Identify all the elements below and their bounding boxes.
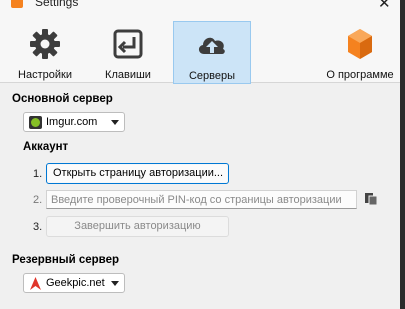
imgur-icon (29, 116, 42, 129)
tab-hotkeys-label: Клавиши (105, 69, 151, 81)
tab-about[interactable]: О программе (320, 21, 400, 84)
account-title: Аккаунт (23, 141, 69, 153)
close-button[interactable]: ✕ (378, 0, 391, 12)
tab-servers-label: Серверы (188, 70, 236, 82)
step-1-number: 1. (33, 168, 43, 180)
settings-window: Settings ✕ Настройки Клавиши Серверы О п… (0, 0, 400, 309)
tab-about-label: О программе (326, 69, 394, 81)
tab-hotkeys[interactable]: Клавиши (89, 21, 167, 84)
open-auth-page-button[interactable]: Открыть страницу авторизации... (46, 163, 229, 184)
keyboard-return-icon (113, 29, 143, 59)
tab-settings-label: Настройки (18, 69, 72, 81)
geekpic-icon (30, 277, 41, 290)
tab-settings[interactable]: Настройки (6, 21, 84, 84)
step-3-number: 3. (33, 221, 43, 233)
app-logo-icon (348, 29, 372, 59)
main-server-title: Основной сервер (12, 93, 113, 105)
main-server-select[interactable]: Imgur.com (23, 112, 125, 132)
app-icon (11, 0, 23, 8)
backup-server-title: Резервный сервер (12, 254, 120, 266)
paste-icon[interactable] (364, 192, 378, 206)
chevron-down-icon (111, 281, 119, 286)
chevron-down-icon (111, 120, 119, 125)
tab-servers[interactable]: Серверы (173, 21, 251, 84)
window-title: Settings (35, 0, 79, 9)
backup-server-select[interactable]: Geekpic.net (23, 273, 125, 293)
title-bar: Settings ✕ (0, 0, 400, 12)
settings-toolbar: Настройки Клавиши Серверы О программе (0, 12, 400, 84)
main-server-value: Imgur.com (46, 116, 98, 128)
gear-icon (30, 29, 60, 59)
cloud-upload-icon (198, 37, 225, 54)
step-2-number: 2. (33, 194, 43, 206)
finish-auth-button[interactable]: Завершить авторизацию (46, 216, 229, 237)
window-edge (400, 0, 405, 309)
pin-code-input[interactable]: Введите проверочный PIN-код со страницы … (46, 190, 357, 209)
backup-server-value: Geekpic.net (46, 277, 105, 289)
